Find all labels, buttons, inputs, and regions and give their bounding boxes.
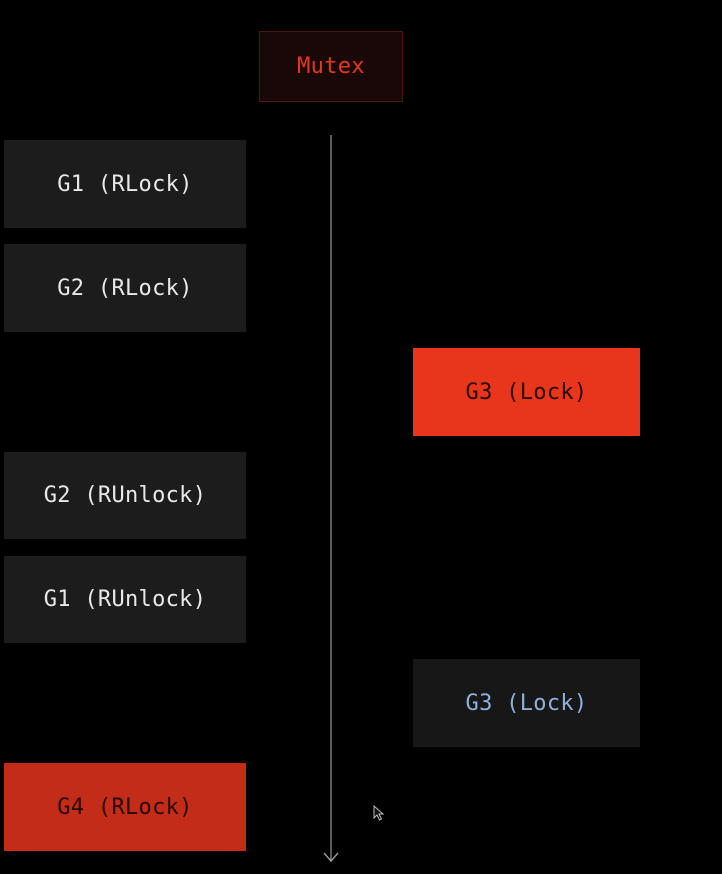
event-g1-rlock: G1 (RLock) bbox=[4, 140, 246, 228]
event-g4-rlock-blocked: G4 (RLock) bbox=[4, 763, 246, 851]
mouse-pointer-icon bbox=[373, 805, 385, 821]
event-g1-runlock: G1 (RUnlock) bbox=[4, 556, 246, 643]
event-g3-lock-blocked: G3 (Lock) bbox=[413, 348, 640, 436]
event-g2-runlock: G2 (RUnlock) bbox=[4, 452, 246, 539]
event-g3-lock-acquired: G3 (Lock) bbox=[413, 659, 640, 747]
event-g2-rlock: G2 (RLock) bbox=[4, 244, 246, 332]
diagram-canvas: Mutex G1 (RLock) G2 (RLock) G3 (Lock) G2… bbox=[0, 0, 722, 874]
